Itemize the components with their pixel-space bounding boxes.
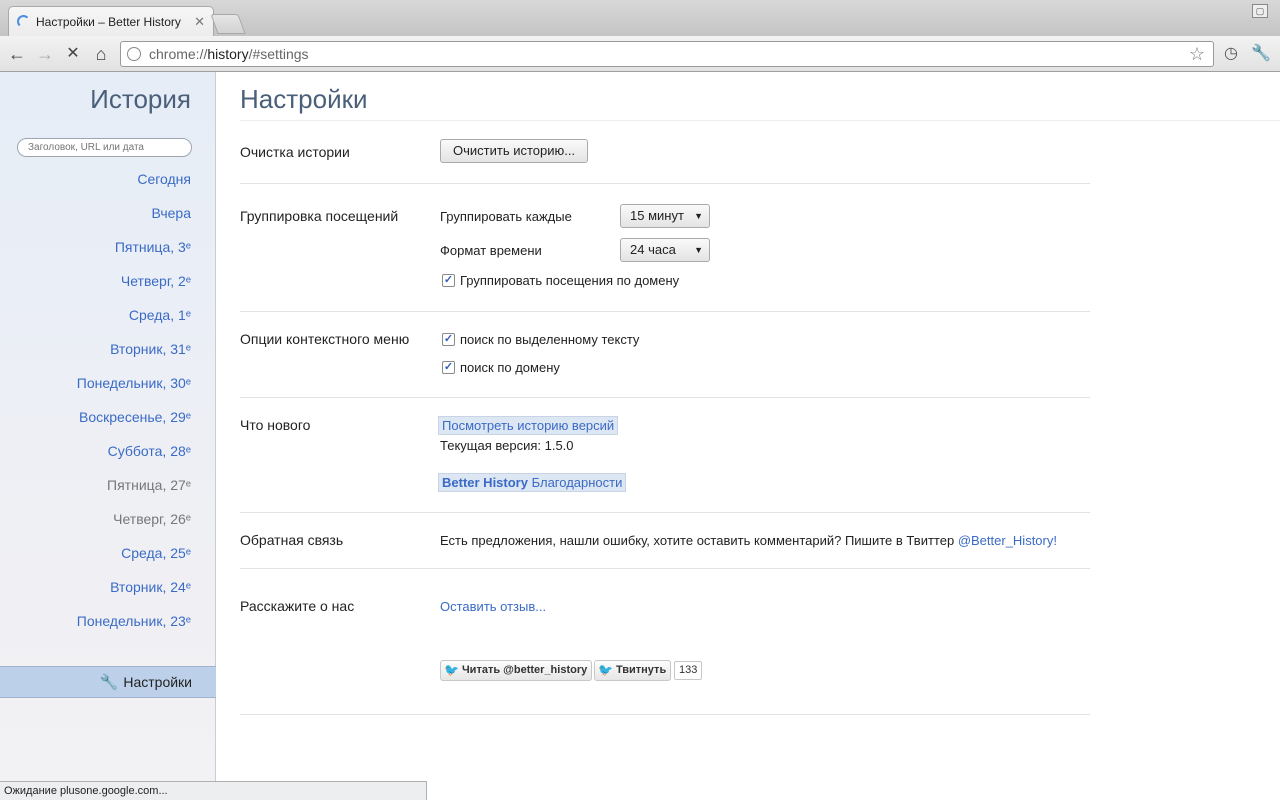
sidebar-item-day[interactable]: Суббота, 28ᵉ [108,443,191,459]
sidebar-item-day[interactable]: Вторник, 31ᵉ [110,341,191,357]
sidebar-item-day[interactable]: Среда, 25ᵉ [121,545,191,561]
credits-brand: Better History [442,475,528,490]
close-icon[interactable]: ✕ [194,14,205,30]
sidebar-item-day[interactable]: Пятница, 3ᵉ [115,239,191,255]
loading-spinner-icon [17,15,30,28]
twitter-bird-icon: 🐦 [598,663,613,677]
sidebar-item-day[interactable]: Четверг, 26ᵉ [113,511,191,527]
url-text: chrome://history/#settings [149,46,309,62]
clear-history-button[interactable]: Очистить историю... [440,139,589,163]
page-title: Настройки [240,84,368,114]
divider [240,311,1090,312]
sidebar-item-day[interactable]: Четверг, 2ᵉ [121,273,191,289]
credits-link[interactable]: Better History Благодарности [438,473,627,492]
sidebar: История Сегодня Вчера Пятница, 3ᵉ Четверг, … [0,72,216,800]
home-icon[interactable]: ⌂ [90,43,112,65]
group-every-label: Группировать каждые [440,209,572,224]
credits-text: Благодарности [531,475,623,490]
new-tab-button[interactable] [210,14,246,34]
sidebar-item-day[interactable]: Вчера [151,205,191,221]
dropdown-arrow-icon: ▼ [694,211,703,221]
divider [240,397,1090,398]
twitter-handle-link[interactable]: @Better_History! [958,533,1057,548]
sidebar-item-day[interactable]: Понедельник, 23ᵉ [77,613,191,629]
tell-others-label: Расскажите о нас [240,598,355,614]
bookmark-star-icon[interactable]: ☆ [1189,44,1205,65]
sidebar-title: История [90,84,191,114]
twitter-bird-icon: 🐦 [444,663,459,677]
sidebar-item-day[interactable]: Пятница, 27ᵉ [107,477,191,493]
search-selected-label: поиск по выделенному тексту [460,332,640,347]
history-clock-icon[interactable]: ◷ [1220,43,1242,65]
current-version: Текущая версия: 1.5.0 [440,438,574,453]
twitter-follow-button[interactable]: 🐦 Читать @better_history [440,660,593,681]
window-resize-button[interactable]: ▢ [1252,4,1268,18]
time-format-value: 24 часа [630,242,676,257]
sidebar-item-day[interactable]: Понедельник, 30ᵉ [77,375,191,391]
feedback-label: Обратная связь [240,532,344,548]
time-format-label: Формат времени [440,243,542,258]
search-selected-checkbox[interactable]: ✓ поиск по выделенному тексту [442,332,639,347]
divider [240,512,1090,513]
forward-icon[interactable]: → [34,43,56,65]
search-domain-checkbox[interactable]: ✓ поиск по домену [442,360,560,375]
divider [240,568,1090,569]
page-info-icon[interactable] [127,47,141,61]
clear-history-label: Очистка истории [240,144,350,160]
divider [240,120,1280,121]
grouping-label: Группировка посещений [240,208,399,224]
search-input[interactable] [17,138,192,157]
tweet-button[interactable]: 🐦 Твитнуть [594,660,672,681]
whats-new-label: Что нового [240,417,311,433]
tab-strip: Настройки – Better History ✕ ▢ [0,0,1280,36]
status-bar: Ожидание plusone.google.com... [0,781,427,800]
back-icon[interactable]: ← [6,43,28,65]
group-by-domain-checkbox[interactable]: ✓ Группировать посещения по домену [442,273,679,288]
sidebar-item-day[interactable]: Сегодня [137,171,191,187]
group-every-value: 15 минут [630,208,684,223]
time-format-select[interactable]: 24 часа ▼ [620,238,710,262]
context-menu-label: Опции контекстного меню [240,331,410,347]
search-domain-label: поиск по домену [460,360,560,375]
address-bar[interactable]: chrome://history/#settings ☆ [120,41,1214,67]
group-by-domain-label: Группировать посещения по домену [460,273,680,288]
version-history-link[interactable]: Посмотреть историю версий [438,416,619,435]
divider [240,714,1090,715]
dropdown-arrow-icon: ▼ [694,245,703,255]
stop-icon[interactable]: ✕ [62,43,84,65]
tab-settings[interactable]: Настройки – Better History ✕ [8,6,214,36]
wrench-icon[interactable]: 🔧 [1250,43,1272,65]
tab-title: Настройки – Better History [36,14,181,29]
group-every-select[interactable]: 15 минут ▼ [620,204,710,228]
sidebar-item-day[interactable]: Воскресенье, 29ᵉ [79,409,191,425]
checkbox-checked-icon[interactable]: ✓ [442,333,455,346]
sidebar-item-day[interactable]: Среда, 1ᵉ [129,307,191,323]
wrench-icon: 🔧 [99,674,119,691]
browser-toolbar: ← → ✕ ⌂ chrome://history/#settings ☆ ◷ 🔧 [0,36,1280,72]
checkbox-checked-icon[interactable]: ✓ [442,274,455,287]
sidebar-item-label: Настройки [123,674,192,690]
feedback-text: Есть предложения, нашли ошибку, хотите о… [440,533,1057,548]
sidebar-item-day[interactable]: Вторник, 24ᵉ [110,579,191,595]
leave-review-link[interactable]: Оставить отзыв... [440,599,546,614]
sidebar-item-settings[interactable]: 🔧 Настройки [0,666,216,698]
tweet-count: 133 [674,661,703,680]
checkbox-checked-icon[interactable]: ✓ [442,361,455,374]
divider [240,183,1090,184]
